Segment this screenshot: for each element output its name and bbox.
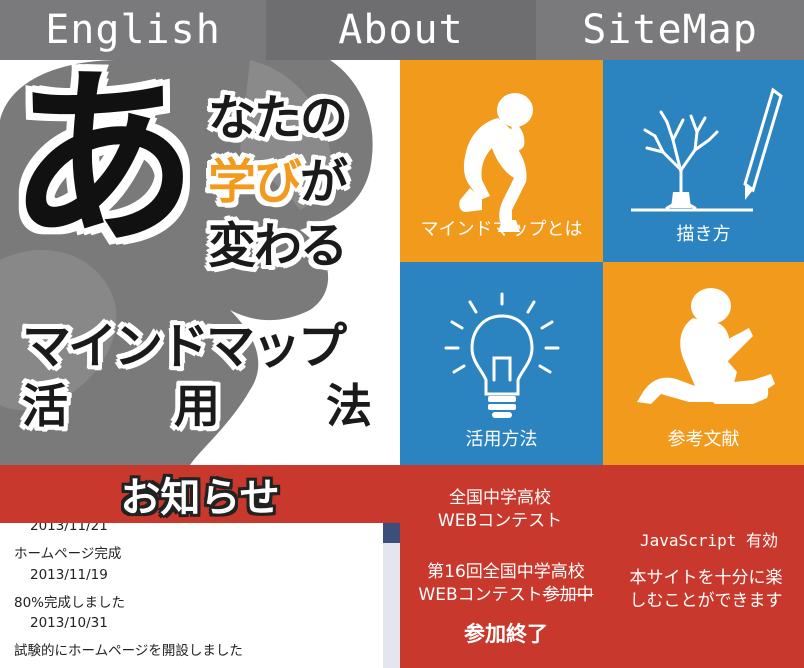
nav-english-button[interactable]: English (0, 0, 266, 60)
news-title: お知らせ (120, 475, 280, 521)
news-list: 2013/11/21 ホームページ完成 2013/11/19 80%完成しました… (0, 523, 383, 668)
nav-sitemap-button[interactable]: SiteMap (536, 0, 804, 60)
javascript-message-line-2: しむことができます (629, 591, 783, 611)
tile-what-is-mindmap[interactable]: マインドマップとは (400, 60, 603, 262)
hero-banner: あ なたの 学びが 変わる マインドマップ 活 用 法 (0, 60, 400, 465)
news-scrollbar[interactable] (383, 523, 400, 668)
tile-what-is-mindmap-label: マインドマップとは (420, 219, 583, 240)
news-text: 80%完成しました (14, 595, 126, 611)
tile-references[interactable]: 参考文献 (603, 262, 804, 465)
hero-usage-char: 法 (326, 379, 372, 433)
hero-mindmap-title: マインドマップ (22, 318, 347, 375)
contest-link[interactable]: 全国中学高校 WEBコンテスト (400, 487, 600, 533)
news-scrollbar-thumb[interactable] (383, 523, 400, 543)
news-text: 試験的にホームページを開設しました (14, 643, 243, 659)
contest-status-line-2: WEBコンテスト参加中 (400, 584, 612, 607)
top-nav: English About SiteMap (0, 0, 804, 60)
news-date: 2013/11/21 (30, 523, 108, 534)
news-header: お知らせ (0, 465, 400, 523)
info-panel: 全国中学高校 WEBコンテスト 第16回全国中学高校 WEBコンテスト参加中 参… (400, 465, 804, 668)
contest-line-1: 全国中学高校 (449, 488, 551, 508)
contest-status: 第16回全国中学高校 WEBコンテスト参加中 (400, 561, 612, 607)
tile-how-to-draw-label: 描き方 (676, 224, 731, 245)
tile-how-to-draw[interactable]: 描き方 (603, 60, 804, 262)
hero-usage-title: 活 用 法 (22, 378, 372, 434)
contest-status-name: WEBコンテスト (418, 585, 543, 605)
tile-references-label: 参考文献 (667, 429, 740, 450)
news-date: 2013/11/19 (30, 567, 108, 583)
hero-line-3: 変わる (208, 218, 348, 274)
hero-line-2-rest: が (300, 154, 348, 210)
hero-line-2: 学びが (208, 152, 348, 212)
nav-about-button[interactable]: About (266, 0, 536, 60)
hero-usage-char: 用 (174, 379, 220, 433)
hero-usage-char: 活 (22, 379, 68, 433)
contest-line-2: WEBコンテスト (437, 511, 563, 531)
contest-status-struck: 参加中 (542, 585, 594, 605)
javascript-message: 本サイトを十分に楽 しむことができます (608, 567, 804, 613)
hero-line-1: なたの (208, 90, 348, 146)
hero-highlight-text: 学び (208, 154, 302, 210)
javascript-status: JavaScript 有効 (640, 531, 778, 550)
tile-how-to-use-label: 活用方法 (465, 429, 538, 450)
tile-how-to-use[interactable]: 活用方法 (400, 262, 603, 465)
javascript-message-line-1: 本サイトを十分に楽 (629, 568, 783, 588)
hero-big-character: あ (8, 60, 199, 270)
contest-ended-text: 参加終了 (464, 622, 548, 646)
news-date: 2013/10/31 (30, 615, 108, 631)
contest-status-line-1: 第16回全国中学高校 (427, 562, 585, 582)
news-text: ホームページ完成 (14, 546, 122, 562)
